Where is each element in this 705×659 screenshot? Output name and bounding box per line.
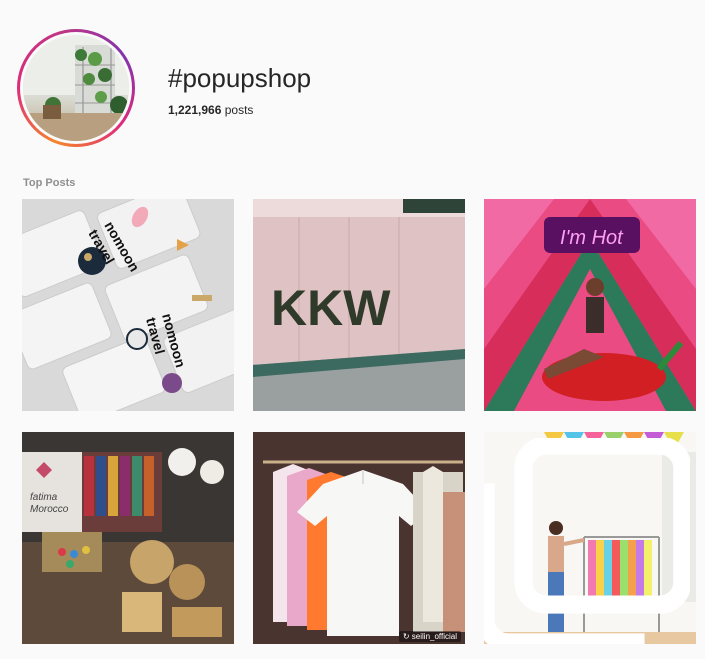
top-posts-label: Top Posts [23, 177, 76, 189]
post-im-hot-pepper[interactable]: I'm Hot [484, 199, 696, 411]
post-kkw-storefront[interactable]: KKW [253, 199, 465, 411]
post-count-number: 1,221,966 [168, 103, 222, 117]
storefront-kkw-text: KKW [271, 280, 391, 336]
post-credit: ↻ seilin_official [398, 631, 461, 642]
post-image: nomoon travel nomoon travel [22, 199, 234, 411]
post-count-suffix: posts [221, 103, 254, 117]
hashtag-avatar [23, 35, 129, 141]
multiple-images-icon [484, 438, 690, 644]
post-image [253, 432, 465, 644]
neon-sign-text: I'm Hot [560, 227, 624, 249]
post-tshirts-rack[interactable]: ↻ seilin_official [253, 432, 465, 644]
shop-sign-line-2: Morocco [30, 504, 69, 515]
post-credit-username: seilin_official [411, 632, 457, 641]
post-image: fatima Morocco [22, 432, 234, 644]
shop-sign-line-1: fatima [30, 492, 58, 503]
top-posts-grid: nomoon travel nomoon travel KKW I'm Hot … [22, 199, 696, 644]
hashtag-title: #popupshop [168, 63, 312, 93]
post-count: 1,221,966 posts [168, 103, 253, 117]
post-pins-nomoon-travel[interactable]: nomoon travel nomoon travel [22, 199, 234, 411]
post-fatima-morocco-shop[interactable]: fatima Morocco [22, 432, 234, 644]
post-image: I'm Hot [484, 199, 696, 411]
post-image: KKW [253, 199, 465, 411]
post-colorful-garments[interactable] [484, 432, 696, 644]
